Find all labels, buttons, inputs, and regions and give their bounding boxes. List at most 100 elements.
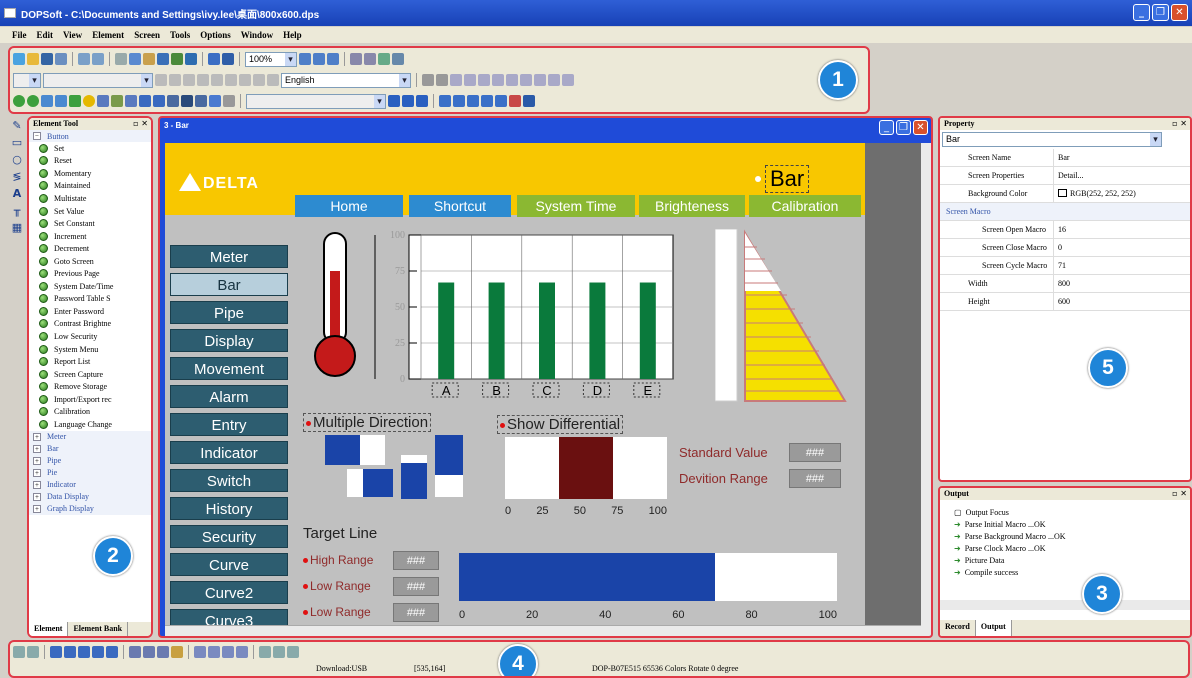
line-icon[interactable]: [422, 74, 434, 86]
layout-tool-icon[interactable]: [143, 646, 155, 658]
element-item-low-security[interactable]: Low Security: [29, 330, 151, 343]
element-item-system-menu[interactable]: System Menu: [29, 343, 151, 356]
menu-screen[interactable]: Screen: [134, 30, 160, 40]
element-item-password-table-s[interactable]: Password Table S: [29, 293, 151, 306]
output-focus[interactable]: ▢ Output Focus: [940, 506, 1190, 518]
send-back-icon[interactable]: [562, 74, 574, 86]
polyline-icon[interactable]: ≶: [12, 170, 21, 183]
display-element-icon[interactable]: [97, 95, 109, 107]
circle-icon[interactable]: ○: [12, 153, 22, 166]
pen-icon[interactable]: ✎: [12, 119, 21, 132]
sampling-element-icon[interactable]: [195, 95, 207, 107]
screen-menu-security[interactable]: Security: [170, 525, 288, 548]
graph-element-icon[interactable]: [111, 95, 123, 107]
align-bottom-icon[interactable]: [478, 74, 490, 86]
expand-icon[interactable]: +: [33, 480, 41, 489]
layout-tool-icon[interactable]: [106, 646, 118, 658]
screen-menu-movement[interactable]: Movement: [170, 357, 288, 380]
undo-icon[interactable]: [78, 53, 90, 65]
paste-icon[interactable]: [143, 53, 155, 65]
property-icon[interactable]: [388, 95, 400, 107]
layout-tool-icon[interactable]: [171, 646, 183, 658]
category-graph-display[interactable]: + Graph Display: [29, 502, 151, 515]
expand-icon[interactable]: +: [33, 444, 41, 453]
element-item-maintained[interactable]: Maintained: [29, 180, 151, 193]
align-right-icon[interactable]: [183, 74, 195, 86]
property-row-screen-name[interactable]: Screen Name Bar: [940, 149, 1190, 167]
picture-element-icon[interactable]: [209, 95, 221, 107]
element-item-set-value[interactable]: Set Value: [29, 205, 151, 218]
menu-options[interactable]: Options: [200, 30, 231, 40]
menu-element[interactable]: Element: [92, 30, 124, 40]
element-item-previous-page[interactable]: Previous Page: [29, 267, 151, 280]
layout-tool-icon[interactable]: [208, 646, 220, 658]
copy-icon[interactable]: [129, 53, 141, 65]
property-row-width[interactable]: Width 800: [940, 275, 1190, 293]
menu-file[interactable]: File: [12, 30, 27, 40]
layout-tool-icon[interactable]: [222, 646, 234, 658]
table-icon[interactable]: ▦: [12, 221, 22, 234]
screen-menu-alarm[interactable]: Alarm: [170, 385, 288, 408]
layout-tool-icon[interactable]: [129, 646, 141, 658]
layout-tool-icon[interactable]: [78, 646, 90, 658]
save-all-icon[interactable]: [55, 53, 67, 65]
layer-select[interactable]: [246, 93, 386, 109]
open-icon[interactable]: [27, 53, 39, 65]
compile-icon[interactable]: [171, 53, 183, 65]
category-pie[interactable]: + Pie: [29, 466, 151, 479]
tab-element[interactable]: Element: [29, 622, 69, 636]
element-item-contrast-brightne[interactable]: Contrast Brightne: [29, 318, 151, 331]
find-icon[interactable]: [157, 53, 169, 65]
property-row-screen-properties[interactable]: Screen Properties Detail...: [940, 167, 1190, 185]
layout-4-icon[interactable]: [481, 95, 493, 107]
element-item-momentary[interactable]: Momentary: [29, 167, 151, 180]
language-select[interactable]: English: [281, 72, 411, 88]
layout-tool-icon[interactable]: [273, 646, 285, 658]
screen-canvas[interactable]: DELTA Bar Home Shortcut System Time Brig…: [165, 143, 865, 625]
help-icon[interactable]: [392, 53, 404, 65]
shape-element-icon[interactable]: [223, 95, 235, 107]
screen-menu-curve3[interactable]: Curve3: [170, 609, 288, 625]
font-name-select[interactable]: [43, 72, 153, 88]
communication-icon[interactable]: [509, 95, 521, 107]
horizontal-scrollbar[interactable]: [165, 625, 921, 636]
grid-icon[interactable]: [436, 74, 448, 86]
element-item-multistate[interactable]: Multistate: [29, 192, 151, 205]
zoom-out-icon[interactable]: [313, 53, 325, 65]
screen-menu-entry[interactable]: Entry: [170, 413, 288, 436]
tab-record[interactable]: Record: [940, 620, 976, 636]
element-item-goto-screen[interactable]: Goto Screen: [29, 255, 151, 268]
layout-5-icon[interactable]: [495, 95, 507, 107]
font-size-select[interactable]: [13, 72, 41, 88]
object-select[interactable]: Bar: [942, 132, 1162, 147]
distribute-h-icon[interactable]: [492, 74, 504, 86]
panel-close-icon[interactable]: ▫ ✕: [133, 118, 148, 130]
category-pipe[interactable]: + Pipe: [29, 454, 151, 467]
zoom-in-icon[interactable]: [299, 53, 311, 65]
distribute-v-icon[interactable]: [506, 74, 518, 86]
expand-icon[interactable]: +: [33, 492, 41, 501]
element-item-increment[interactable]: Increment: [29, 230, 151, 243]
menu-view[interactable]: View: [63, 30, 82, 40]
zoom-fit-icon[interactable]: [327, 53, 339, 65]
layout-1-icon[interactable]: [439, 95, 451, 107]
menu-window[interactable]: Window: [241, 30, 273, 40]
zoom-select[interactable]: 100%: [245, 51, 297, 67]
layout-3-icon[interactable]: [467, 95, 479, 107]
close-button[interactable]: ✕: [1171, 4, 1188, 21]
property-row-screen-open-macro[interactable]: Screen Open Macro 16: [940, 221, 1190, 239]
rotate-left-icon[interactable]: [350, 53, 362, 65]
element-item-decrement[interactable]: Decrement: [29, 242, 151, 255]
rotate-right-icon[interactable]: [364, 53, 376, 65]
element-item-reset[interactable]: Reset: [29, 155, 151, 168]
expand-icon[interactable]: +: [33, 468, 41, 477]
screen-menu-indicator[interactable]: Indicator: [170, 441, 288, 464]
property-row-screen-close-macro[interactable]: Screen Close Macro 0: [940, 239, 1190, 257]
category-indicator[interactable]: + Indicator: [29, 478, 151, 491]
screen-restore-button[interactable]: ❐: [896, 120, 911, 135]
layout-tool-icon[interactable]: [27, 646, 39, 658]
expand-icon[interactable]: +: [33, 432, 41, 441]
nav-calibration[interactable]: Calibration: [749, 195, 861, 217]
property-row-screen-cycle-macro[interactable]: Screen Cycle Macro 71: [940, 257, 1190, 275]
font-grow-icon[interactable]: [197, 74, 209, 86]
